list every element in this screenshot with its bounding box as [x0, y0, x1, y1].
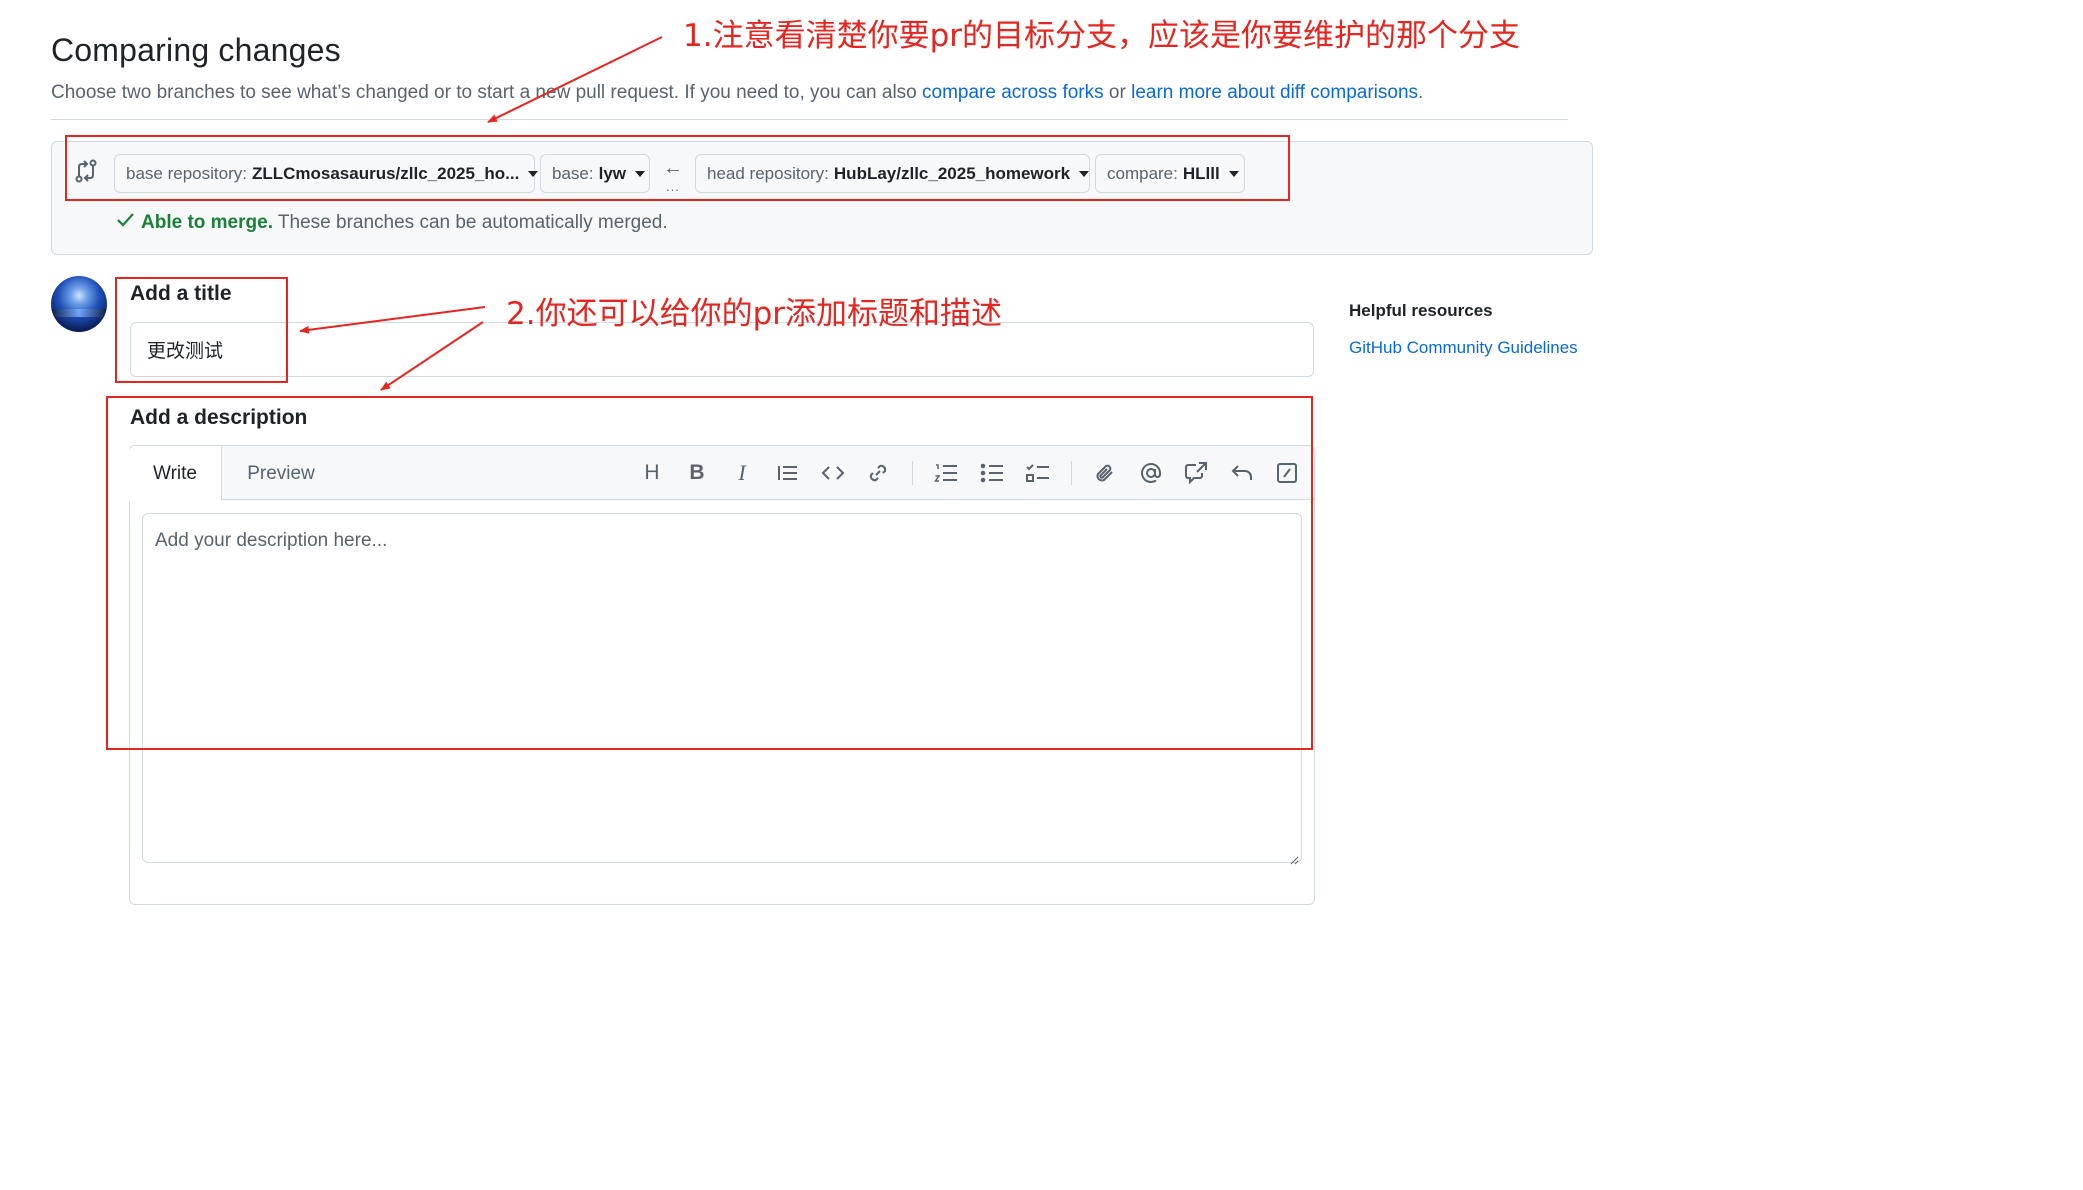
- toolbar-divider: [1071, 461, 1072, 485]
- merge-status-label: Able to merge.: [141, 212, 273, 234]
- merge-status-detail: These branches can be automatically merg…: [272, 212, 668, 234]
- sidebar-title: Helpful resources: [1349, 301, 1493, 320]
- git-compare-icon: [74, 158, 98, 184]
- mention-icon[interactable]: [1136, 458, 1166, 488]
- head-repository-label: head repository:: [707, 163, 829, 183]
- code-icon[interactable]: [818, 458, 848, 488]
- base-repository-label: base repository:: [126, 163, 247, 183]
- compare-branch-value: HLlll: [1182, 163, 1220, 183]
- compare-across-forks-link[interactable]: compare across forks: [922, 82, 1104, 103]
- head-repository-value: HubLay/zllc_2025_homework: [833, 163, 1071, 183]
- description-textarea[interactable]: Add your description here...: [142, 513, 1302, 863]
- title-input-value: 更改测试: [147, 341, 224, 362]
- link-icon[interactable]: [863, 458, 893, 488]
- base-branch-value: lyw: [598, 163, 626, 183]
- check-icon: [116, 212, 135, 234]
- base-branch-label: base:: [552, 163, 594, 183]
- toolbar-divider: [912, 461, 913, 485]
- heading-icon[interactable]: H: [637, 458, 667, 488]
- head-repository-select[interactable]: head repository: HubLay/zllc_2025_homewor…: [695, 154, 1090, 193]
- title-label: Add a title: [130, 282, 232, 305]
- arrow-left-icon: ←: [663, 157, 683, 179]
- avatar[interactable]: [51, 276, 107, 332]
- description-label: Add a description: [130, 406, 308, 429]
- attach-icon[interactable]: [1090, 458, 1120, 488]
- task-list-icon[interactable]: [1023, 458, 1053, 488]
- ordered-list-icon[interactable]: [931, 458, 961, 488]
- tab-preview[interactable]: Preview: [226, 446, 336, 501]
- page-title: Comparing changes: [51, 32, 341, 68]
- subtitle-text: Choose two branches to see what’s change…: [51, 82, 923, 103]
- subtitle-or: or: [1103, 82, 1132, 103]
- subtitle-period: .: [1418, 82, 1424, 103]
- annotation-arrow-1: [487, 36, 663, 123]
- resize-handle-icon[interactable]: [1290, 852, 1299, 865]
- community-guidelines-link[interactable]: GitHub Community Guidelines: [1349, 338, 1578, 358]
- base-branch-select[interactable]: base: lyw: [540, 154, 650, 193]
- italic-icon[interactable]: I: [727, 458, 757, 488]
- merge-status: Able to merge. These branches can be aut…: [116, 212, 668, 234]
- annotation-note-1: 1.注意看清楚你要pr的目标分支，应该是你要维护的那个分支: [683, 18, 1520, 54]
- page-subtitle: Choose two branches to see what’s change…: [51, 82, 1423, 104]
- tab-write[interactable]: Write: [129, 446, 222, 501]
- chevron-down-icon: [635, 170, 645, 177]
- chevron-down-icon: [528, 170, 539, 177]
- range-dots: ...: [666, 179, 680, 194]
- saved-replies-icon[interactable]: [1227, 458, 1257, 488]
- bold-icon[interactable]: B: [682, 458, 712, 488]
- quote-icon[interactable]: [773, 458, 803, 488]
- compare-branch-label: compare:: [1107, 163, 1178, 183]
- compare-branch-select[interactable]: compare: HLlll: [1095, 154, 1245, 193]
- chevron-down-icon: [1228, 170, 1239, 177]
- chevron-down-icon: [1079, 170, 1090, 177]
- unordered-list-icon[interactable]: [977, 458, 1007, 488]
- cross-reference-icon[interactable]: [1181, 458, 1211, 488]
- header-divider: [51, 119, 1568, 120]
- annotation-note-2: 2.你还可以给你的pr添加标题和描述: [506, 296, 1002, 332]
- base-repository-value: ZLLCmosasaurus/zllc_2025_ho...: [251, 163, 520, 183]
- slash-commands-icon[interactable]: [1272, 458, 1302, 488]
- base-repository-select[interactable]: base repository: ZLLCmosasaurus/zllc_2025…: [114, 154, 539, 193]
- description-placeholder: Add your description here...: [155, 530, 388, 551]
- learn-more-diff-link[interactable]: learn more about diff comparisons: [1131, 82, 1418, 103]
